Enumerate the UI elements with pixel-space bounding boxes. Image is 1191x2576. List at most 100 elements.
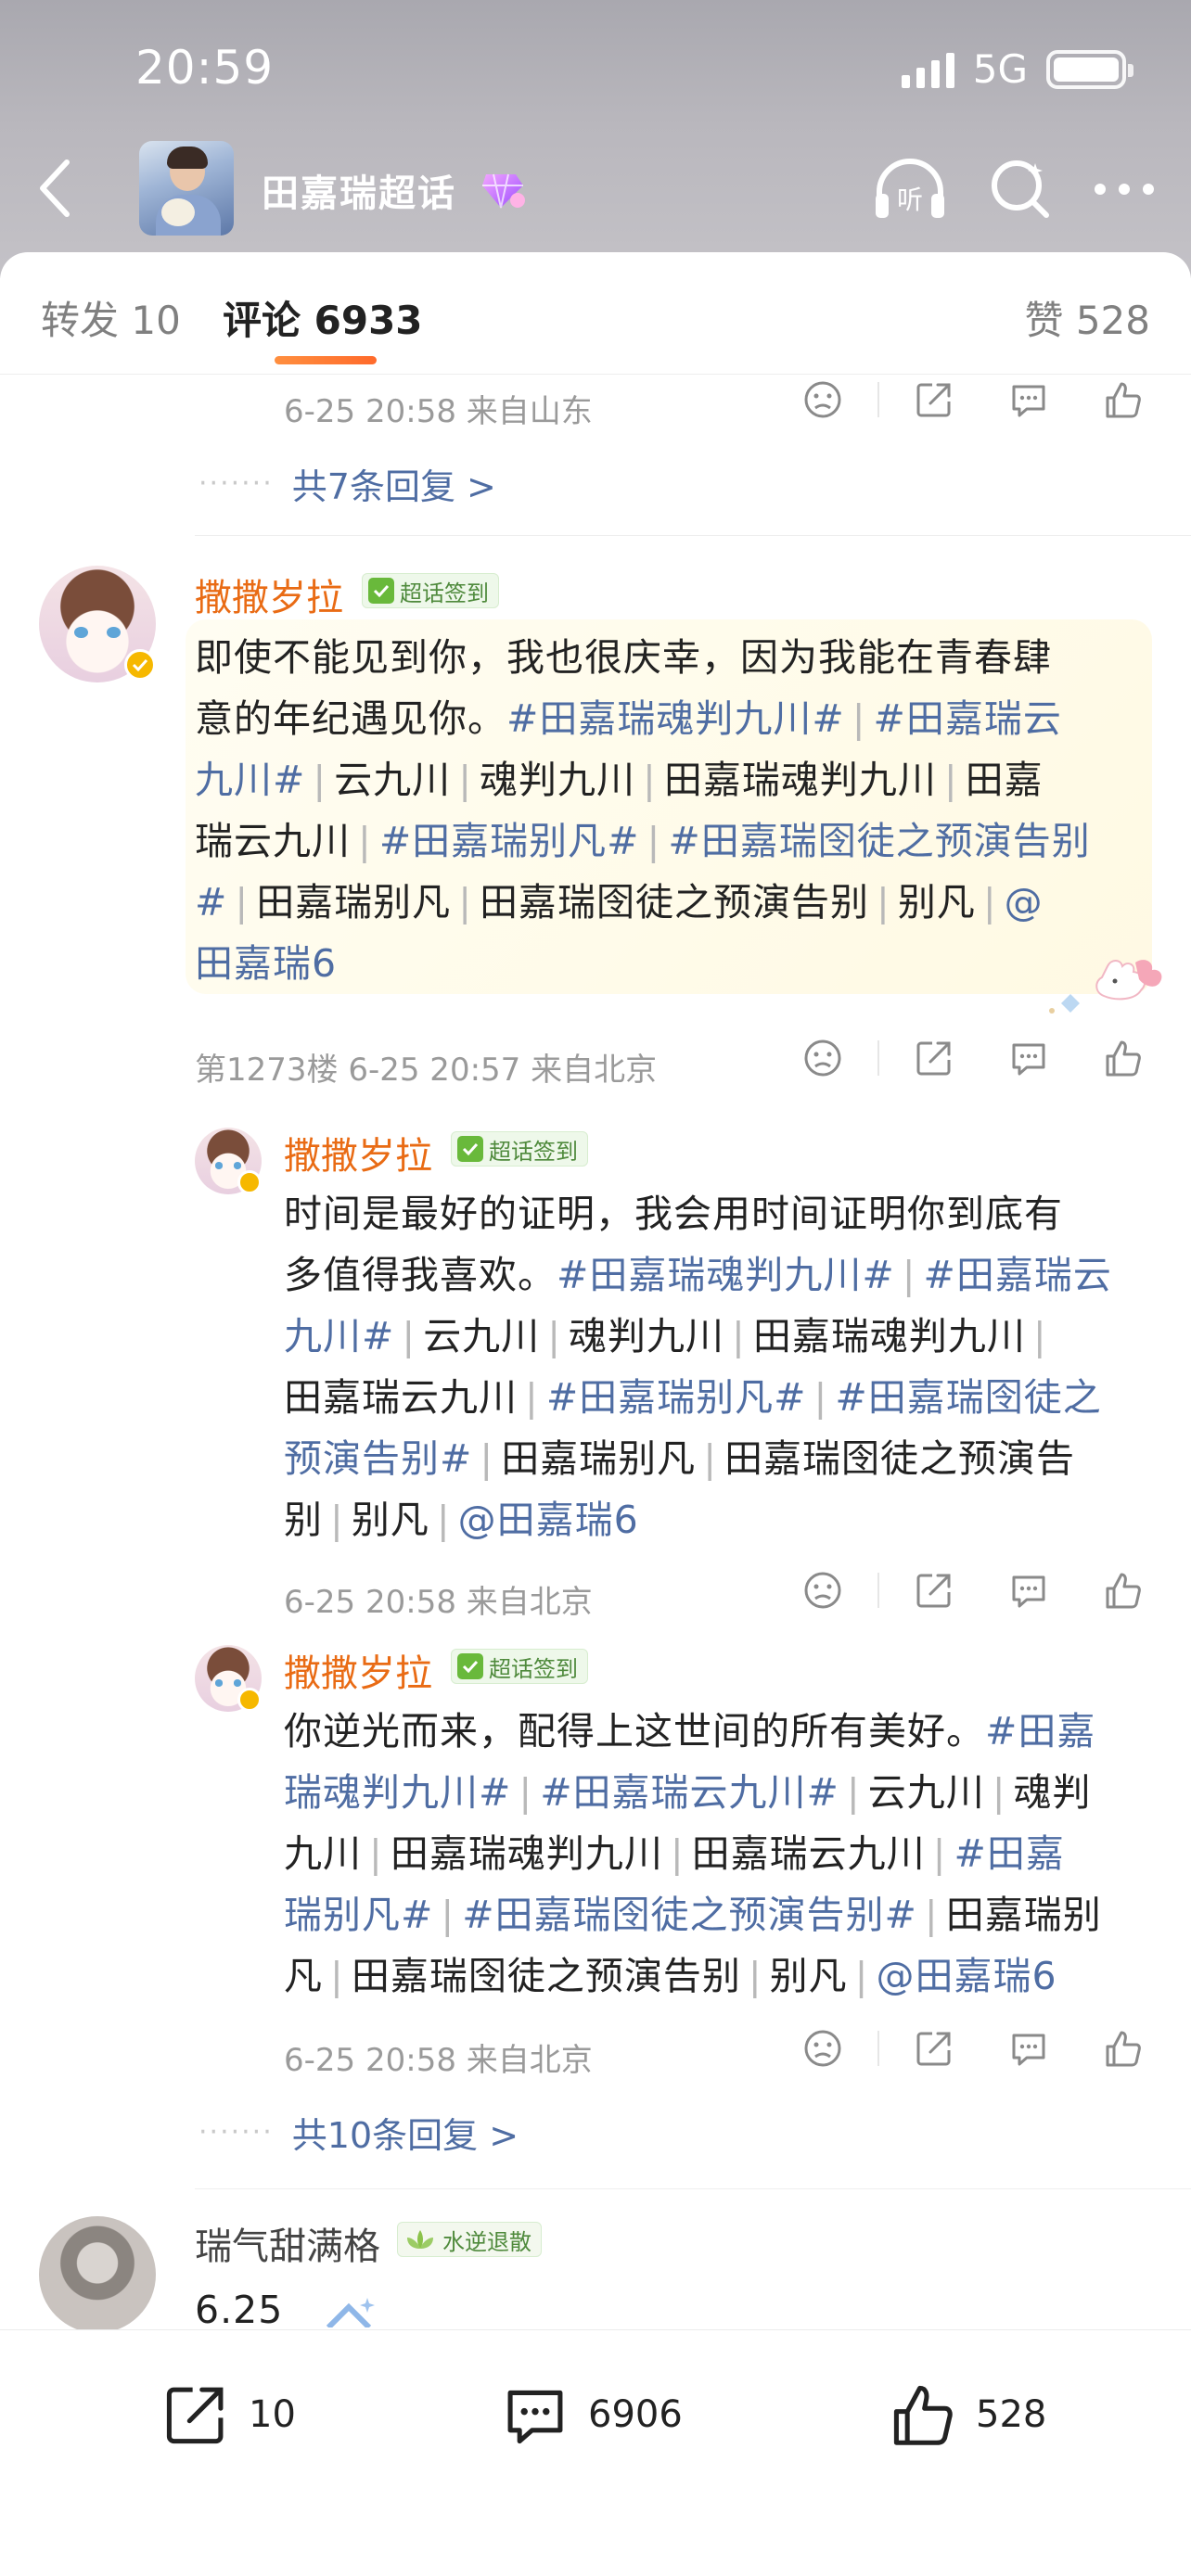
checkin-badge[interactable]: 超话签到	[451, 1649, 588, 1684]
tab-indicator	[275, 356, 377, 364]
separator: |	[480, 1436, 494, 1481]
comment-author[interactable]: 撒撒岁拉	[195, 567, 343, 621]
like-button[interactable]	[1100, 1035, 1146, 1081]
verified-badge-icon	[124, 649, 156, 681]
tab-repost[interactable]: 转发 10	[41, 289, 181, 346]
separator: |	[458, 880, 473, 925]
reply-actions	[800, 2025, 1146, 2072]
comment-icon	[1012, 2034, 1045, 2066]
tab-likes[interactable]: 赞 528	[1024, 289, 1150, 346]
hashtag-link[interactable]: #田嘉瑞别凡#	[379, 819, 640, 863]
hashtag-link[interactable]: #田嘉瑞云九川#	[540, 1770, 839, 1815]
share-button[interactable]	[911, 1035, 957, 1081]
divider	[195, 535, 1191, 536]
text-line: 瑞别凡# | #田嘉瑞囹徒之预演告别# | 田嘉瑞别	[284, 1884, 1156, 1945]
hashtag-link[interactable]: #田嘉瑞魂判九川#	[506, 696, 845, 741]
reply-author[interactable]: 撒撒岁拉	[284, 1126, 432, 1180]
like-button[interactable]	[1100, 1567, 1146, 1613]
reply-button[interactable]	[1005, 1567, 1052, 1613]
hashtag-link[interactable]: 预演告别#	[284, 1436, 472, 1481]
separator: |	[732, 1314, 746, 1358]
hashtag-link[interactable]: 瑞别凡#	[284, 1893, 433, 1937]
text-segment: 多值得我喜欢。	[284, 1253, 557, 1297]
comment-actions	[800, 1035, 1146, 1081]
tab-comments[interactable]: 评论 6933	[223, 289, 423, 346]
hashtag-link[interactable]: #田嘉瑞云	[874, 696, 1062, 741]
hashtag-link[interactable]: #田嘉	[985, 1709, 1095, 1753]
separator: |	[313, 758, 327, 802]
svg-text:听: 听	[897, 185, 923, 215]
reply-button[interactable]	[1005, 376, 1052, 423]
hashtag-link[interactable]: #田嘉瑞囹徒之	[835, 1375, 1101, 1420]
topic-avatar[interactable]	[139, 141, 234, 236]
hashtag-link[interactable]: #田嘉瑞魂判九川#	[557, 1253, 895, 1297]
separator: |	[525, 1375, 539, 1420]
repost-button[interactable]: 10	[160, 2380, 296, 2449]
divider	[195, 2188, 1191, 2189]
dots-divider: ·······	[198, 2116, 274, 2149]
comments-sheet: 转发 10 评论 6933 赞 528 6-25 20:58 来自山东 ····…	[0, 252, 1191, 2576]
back-button[interactable]	[26, 156, 82, 221]
more-replies-link[interactable]: ······· 共7条回复 >	[198, 458, 496, 509]
separator: |	[852, 696, 866, 741]
reply-button[interactable]	[1005, 1035, 1052, 1081]
checkin-badge[interactable]: 超话签到	[451, 1131, 588, 1167]
comment-button[interactable]: 6906	[499, 2380, 683, 2449]
hashtag-link[interactable]: #田嘉	[954, 1831, 1064, 1876]
hashtag-link[interactable]: 九川#	[195, 758, 305, 802]
dots-divider: ·······	[198, 467, 274, 500]
mention-link[interactable]: @田嘉瑞6	[458, 1498, 639, 1542]
dislike-button[interactable]	[800, 2025, 846, 2072]
separator: |	[992, 1770, 1006, 1815]
mention-link[interactable]: @田嘉瑞6	[876, 1954, 1057, 1998]
reply-author[interactable]: 撒撒岁拉	[284, 1643, 432, 1697]
separator: |	[643, 758, 657, 802]
hashtag-link[interactable]: #田嘉瑞云	[924, 1253, 1112, 1297]
dislike-button[interactable]	[800, 1567, 846, 1613]
hashtag-link[interactable]: 田嘉瑞6	[195, 941, 337, 986]
share-button[interactable]	[911, 2025, 957, 2072]
hashtag-link[interactable]: #	[195, 880, 227, 925]
more-replies-link[interactable]: ······· 共10条回复 >	[198, 2107, 519, 2158]
comment-author[interactable]: 瑞气甜满格	[195, 2216, 380, 2270]
share-icon	[916, 1574, 951, 1608]
hashtag-link[interactable]: #田嘉瑞囹徒之预演告别	[668, 819, 1090, 863]
checkin-badge[interactable]: 超话签到	[362, 573, 499, 608]
more-icon[interactable]	[1093, 180, 1156, 198]
share-button[interactable]	[911, 1567, 957, 1613]
separator: |	[547, 1314, 562, 1358]
text-line: 九川 | 田嘉瑞魂判九川 | 田嘉瑞云九川 | #田嘉	[284, 1823, 1156, 1884]
like-button[interactable]	[1100, 376, 1146, 423]
headphones-icon[interactable]: 听	[872, 157, 948, 222]
hashtag-link[interactable]: 瑞魂判九川#	[284, 1770, 511, 1815]
share-button[interactable]	[911, 376, 957, 423]
badge-label: 超话签到	[489, 1138, 578, 1165]
mention-link[interactable]: @	[1005, 880, 1044, 925]
reply-button[interactable]	[1005, 2025, 1052, 2072]
text-line: 多值得我喜欢。#田嘉瑞魂判九川# | #田嘉瑞云	[284, 1244, 1156, 1306]
verified-badge-icon	[237, 1170, 262, 1194]
like-button[interactable]	[1100, 2025, 1146, 2072]
separator: |	[748, 1954, 762, 1998]
separator: |	[402, 1314, 416, 1358]
status-badge[interactable]: 水逆退散	[397, 2222, 542, 2257]
reply-meta: 6-25 20:58 来自北京	[284, 1584, 593, 1621]
hashtag-link[interactable]: 九川#	[284, 1314, 394, 1358]
hashtag-link[interactable]: #田嘉瑞囹徒之预演告别#	[462, 1893, 917, 1937]
hashtag-link[interactable]: #田嘉瑞别凡#	[546, 1375, 807, 1420]
text-line: 你逆光而来，配得上这世间的所有美好。#田嘉	[284, 1701, 1156, 1762]
text-segment: 别凡	[351, 1498, 429, 1542]
avatar[interactable]	[39, 2216, 156, 2333]
like-button[interactable]: 528	[887, 2380, 1046, 2449]
separator: |	[458, 758, 473, 802]
topic-title[interactable]: 田嘉瑞超话	[262, 163, 456, 217]
badge-label: 水逆退散	[442, 2228, 531, 2255]
reply-meta: 6-25 20:58 来自山东	[284, 393, 593, 430]
header-actions: 听	[872, 156, 1156, 223]
dislike-button[interactable]	[800, 1035, 846, 1081]
check-icon	[457, 1653, 483, 1679]
text-segment: 别凡	[769, 1954, 848, 1998]
text-segment: 别	[284, 1498, 323, 1542]
dislike-button[interactable]	[800, 376, 846, 423]
search-icon[interactable]	[987, 156, 1054, 223]
